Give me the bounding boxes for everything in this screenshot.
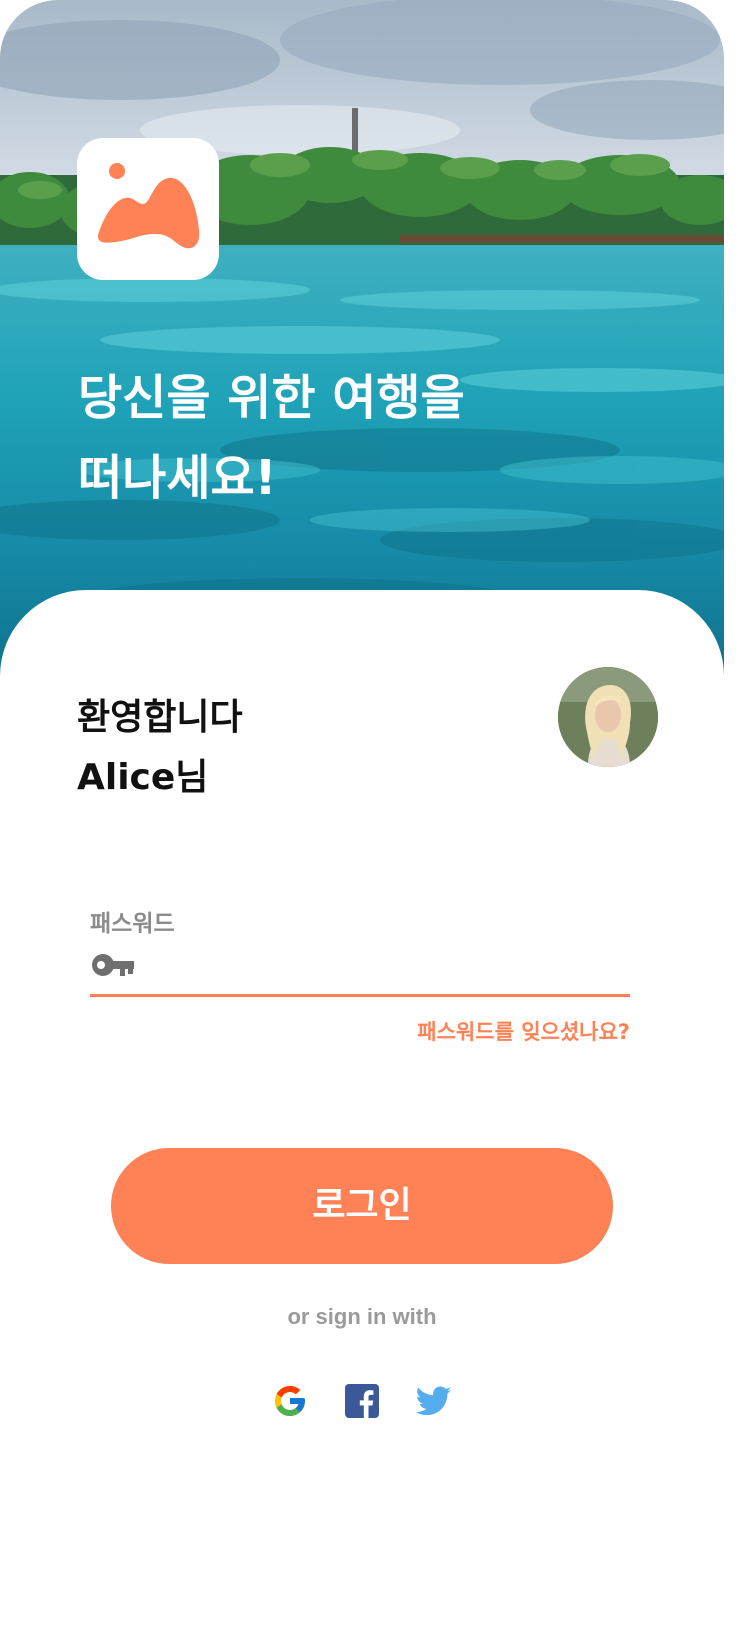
hero-title-line2: 떠나세요! [78,450,277,506]
hero-title-line1: 당신을 위한 여행을 [78,370,465,426]
facebook-signin-button[interactable] [344,1383,380,1419]
twitter-signin-button[interactable] [415,1383,452,1419]
user-photo [558,667,658,767]
forgot-password-link[interactable]: 패스워드를 잊으셨나요? [417,1016,630,1046]
avatar[interactable] [558,667,658,767]
password-input[interactable] [150,950,620,986]
mountain-sun-logo-icon [97,163,200,249]
password-label: 패스워드 [90,911,175,937]
facebook-icon [345,1384,379,1419]
twitter-icon [415,1386,452,1416]
login-screen: 당신을 위한 여행을 떠나세요! 환영합니다 Alice님 패스워드 패스워드를… [0,0,724,1625]
hero-background-image [0,0,724,690]
welcome-user-name: Alice님 [77,757,209,798]
password-field[interactable] [90,946,630,997]
google-signin-button[interactable] [272,1383,308,1419]
login-button[interactable]: 로그인 [111,1148,613,1264]
key-icon [92,954,134,976]
app-logo [77,138,219,280]
welcome-greeting: 환영합니다 [77,697,243,738]
hero-title: 당신을 위한 여행을 떠나세요! [78,358,598,518]
welcome-message: 환영합니다 Alice님 [77,688,243,808]
google-icon [275,1386,305,1416]
tropical-beach-scene [0,0,724,690]
or-sign-in-with-label: or sign in with [287,1304,437,1329]
